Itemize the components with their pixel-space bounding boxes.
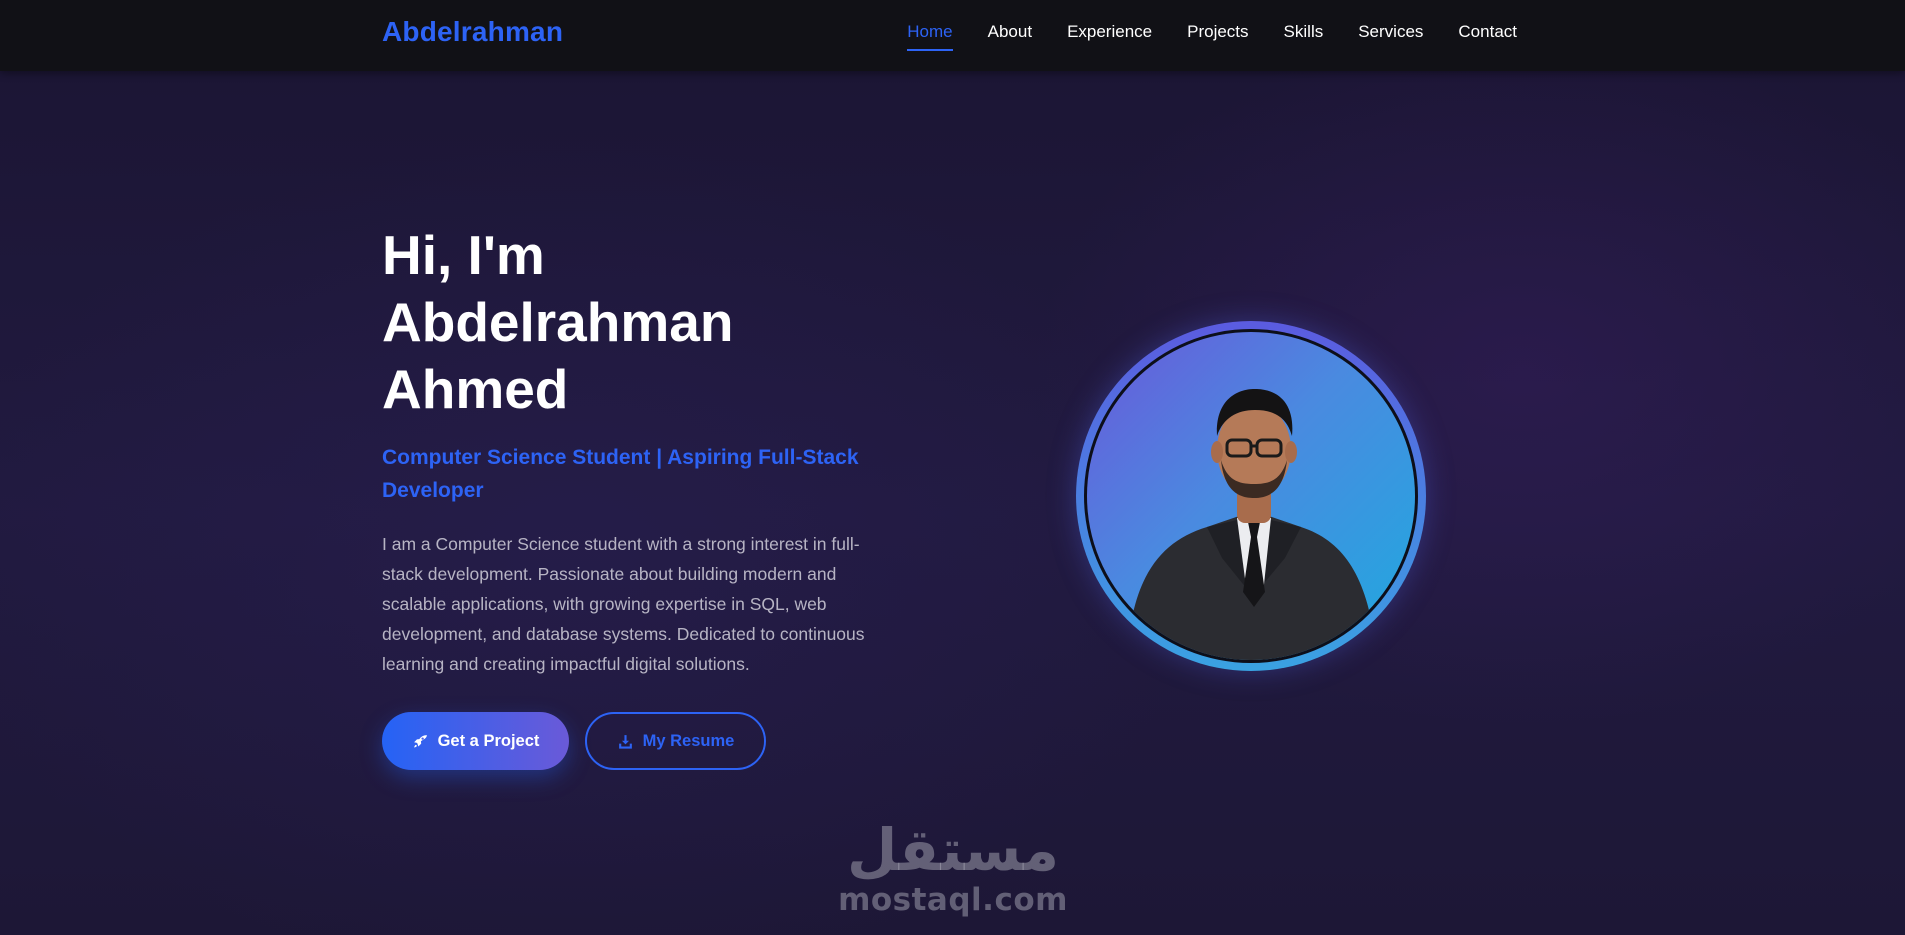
navbar: Abdelrahman Home About Experience Projec… <box>0 0 1905 71</box>
profile-photo <box>1087 332 1415 660</box>
my-resume-button[interactable]: My Resume <box>585 712 766 770</box>
nav-link-experience[interactable]: Experience <box>1067 22 1152 51</box>
download-icon <box>617 733 634 750</box>
nav-link-services[interactable]: Services <box>1358 22 1423 51</box>
mostaql-watermark: مستقل mostaql.com <box>836 818 1070 918</box>
profile-image-frame <box>1084 329 1418 663</box>
get-a-project-button[interactable]: Get a Project <box>382 712 569 770</box>
nav-link-projects[interactable]: Projects <box>1187 22 1248 51</box>
nav-link-home[interactable]: Home <box>907 22 953 51</box>
nav-link-about[interactable]: About <box>988 22 1032 51</box>
hero-subtitle: Computer Science Student | Aspiring Full… <box>382 446 859 502</box>
my-resume-label: My Resume <box>642 731 735 750</box>
page-background <box>0 0 1905 935</box>
profile-image-ring <box>1076 321 1426 671</box>
site-logo[interactable]: Abdelrahman <box>382 16 563 48</box>
hero-title-line: Abdelrahman <box>382 291 734 353</box>
rocket-icon <box>412 733 429 750</box>
hero-title: Hi, I'm Abdelrahman Ahmed <box>382 222 733 423</box>
nav-links: Home About Experience Projects Skills Se… <box>907 22 1517 51</box>
nav-link-skills[interactable]: Skills <box>1284 22 1324 51</box>
watermark-arabic-text: مستقل <box>846 816 1060 884</box>
watermark-domain-text: mostaql.com <box>838 882 1068 918</box>
get-a-project-label: Get a Project <box>437 731 540 750</box>
hero-description: I am a Computer Science student with a s… <box>382 534 865 674</box>
hero-title-line: Ahmed <box>382 358 569 420</box>
nav-link-contact[interactable]: Contact <box>1458 22 1517 51</box>
hero-title-line: Hi, I'm <box>382 224 545 286</box>
